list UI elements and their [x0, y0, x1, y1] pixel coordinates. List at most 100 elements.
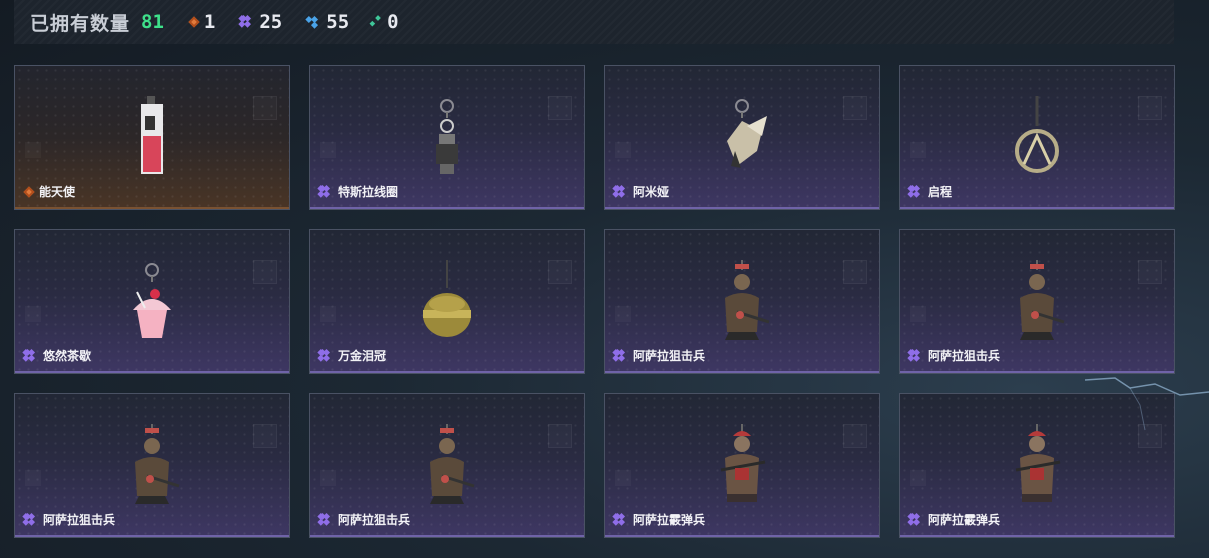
- keychain-card-image: [117, 96, 187, 181]
- card-pattern: [615, 142, 631, 158]
- stat-orange: 1: [188, 11, 216, 33]
- item-card[interactable]: 阿萨拉霰弹兵: [604, 393, 880, 538]
- item-card[interactable]: 特斯拉线圈: [309, 65, 585, 210]
- card-pattern: [615, 306, 631, 322]
- item-card[interactable]: 阿米娅: [604, 65, 880, 210]
- card-pattern: [1138, 96, 1162, 120]
- item-name: 阿萨拉狙击兵: [43, 513, 116, 527]
- item-card[interactable]: 万金泪冠: [309, 229, 585, 374]
- item-card[interactable]: 阿萨拉狙击兵: [14, 393, 290, 538]
- keychain-crown-image: [412, 260, 482, 345]
- purple-rarity-icon: [320, 350, 332, 362]
- purple-rarity-icon: [615, 186, 627, 198]
- item-name-row: 悠然茶歇: [25, 347, 91, 364]
- keychain-soldier-image: [1002, 260, 1072, 345]
- keychain-soldier-image: [117, 424, 187, 509]
- item-name-row: 阿萨拉狙击兵: [615, 347, 705, 364]
- item-name-row: 阿萨拉霰弹兵: [910, 511, 1000, 528]
- card-pattern: [548, 96, 572, 120]
- orange-rarity-icon: [188, 16, 200, 28]
- keychain-shotgunner-image: [707, 424, 777, 509]
- item-name: 阿萨拉霰弹兵: [633, 513, 706, 527]
- item-name-row: 特斯拉线圈: [320, 183, 398, 200]
- card-pattern: [320, 470, 336, 486]
- item-name-row: 阿萨拉狙击兵: [320, 511, 410, 528]
- owned-count-label: 已拥有数量: [30, 12, 131, 35]
- card-pattern: [320, 306, 336, 322]
- card-pattern: [25, 306, 41, 322]
- card-pattern: [910, 306, 926, 322]
- item-name: 启程: [928, 185, 953, 199]
- item-name: 能天使: [39, 185, 76, 199]
- owned-count-total: 81: [141, 11, 164, 33]
- card-pattern: [1138, 260, 1162, 284]
- item-name: 阿萨拉狙击兵: [633, 349, 706, 363]
- item-name-row: 万金泪冠: [320, 347, 386, 364]
- card-pattern: [910, 142, 926, 158]
- purple-rarity-icon: [910, 514, 922, 526]
- card-pattern: [253, 424, 277, 448]
- card-pattern: [843, 424, 867, 448]
- keychain-bunny-image: [707, 96, 777, 181]
- item-name-row: 阿萨拉狙击兵: [910, 347, 1000, 364]
- card-pattern: [25, 142, 41, 158]
- keychain-soldier-image: [412, 424, 482, 509]
- stat-orange-value: 1: [203, 11, 216, 33]
- green-rarity-icon: [375, 15, 381, 29]
- item-name-row: 阿萨拉狙击兵: [25, 511, 115, 528]
- keychain-shotgunner-image: [1002, 424, 1072, 509]
- item-name-row: 阿萨拉霰弹兵: [615, 511, 705, 528]
- card-pattern: [548, 424, 572, 448]
- item-name-row: 阿米娅: [615, 183, 669, 200]
- stat-green-value: 0: [387, 11, 399, 33]
- item-card[interactable]: 阿萨拉霰弹兵: [899, 393, 1175, 538]
- item-card[interactable]: 阿萨拉狙击兵: [899, 229, 1175, 374]
- stat-blue: 55: [308, 11, 349, 33]
- card-pattern: [320, 142, 336, 158]
- keychain-soldier-image: [707, 260, 777, 345]
- item-name: 阿萨拉狙击兵: [928, 349, 1001, 363]
- item-card[interactable]: 阿萨拉狙击兵: [604, 229, 880, 374]
- item-name: 悠然茶歇: [43, 349, 92, 363]
- purple-rarity-icon: [910, 186, 922, 198]
- item-name: 阿萨拉霰弹兵: [928, 513, 1001, 527]
- owned-summary-bar: 已拥有数量 81 1 25 55 0: [14, 0, 1174, 44]
- purple-rarity-icon: [615, 514, 627, 526]
- item-card[interactable]: 启程: [899, 65, 1175, 210]
- item-name: 万金泪冠: [338, 349, 387, 363]
- item-name-row: 启程: [910, 183, 952, 200]
- item-card[interactable]: 阿萨拉狙击兵: [309, 393, 585, 538]
- item-card[interactable]: 悠然茶歇: [14, 229, 290, 374]
- keychain-coil-image: [412, 96, 482, 181]
- keychain-ring-image: [1002, 96, 1072, 181]
- item-name-row: 能天使: [23, 183, 76, 200]
- card-pattern: [843, 96, 867, 120]
- purple-rarity-icon: [320, 186, 332, 198]
- blue-rarity-icon: [308, 16, 320, 28]
- card-pattern: [1138, 424, 1162, 448]
- purple-rarity-icon: [320, 514, 332, 526]
- item-card[interactable]: 能天使: [14, 65, 290, 210]
- purple-rarity-icon: [615, 350, 627, 362]
- keychain-cupcake-image: [117, 260, 187, 345]
- item-name: 阿萨拉狙击兵: [338, 513, 411, 527]
- orange-rarity-icon: [23, 185, 35, 198]
- card-pattern: [615, 470, 631, 486]
- stat-purple-value: 25: [259, 11, 283, 33]
- card-pattern: [910, 470, 926, 486]
- item-name: 阿米娅: [633, 185, 670, 199]
- stat-green: 0: [375, 11, 398, 33]
- purple-rarity-icon: [910, 350, 922, 362]
- stat-purple: 25: [241, 11, 282, 33]
- purple-rarity-icon: [25, 514, 37, 526]
- card-pattern: [843, 260, 867, 284]
- purple-rarity-icon: [25, 350, 37, 362]
- card-pattern: [25, 470, 41, 486]
- card-pattern: [253, 96, 277, 120]
- item-grid: 能天使 特斯拉线圈 阿米娅 启程 悠然茶歇 万金泪冠 阿萨拉狙击兵 阿萨拉狙击兵 阿萨拉狙击兵阿…: [14, 65, 1175, 538]
- purple-rarity-icon: [241, 16, 253, 28]
- item-name: 特斯拉线圈: [338, 185, 399, 199]
- card-pattern: [548, 260, 572, 284]
- card-pattern: [253, 260, 277, 284]
- stat-blue-value: 55: [326, 11, 350, 33]
